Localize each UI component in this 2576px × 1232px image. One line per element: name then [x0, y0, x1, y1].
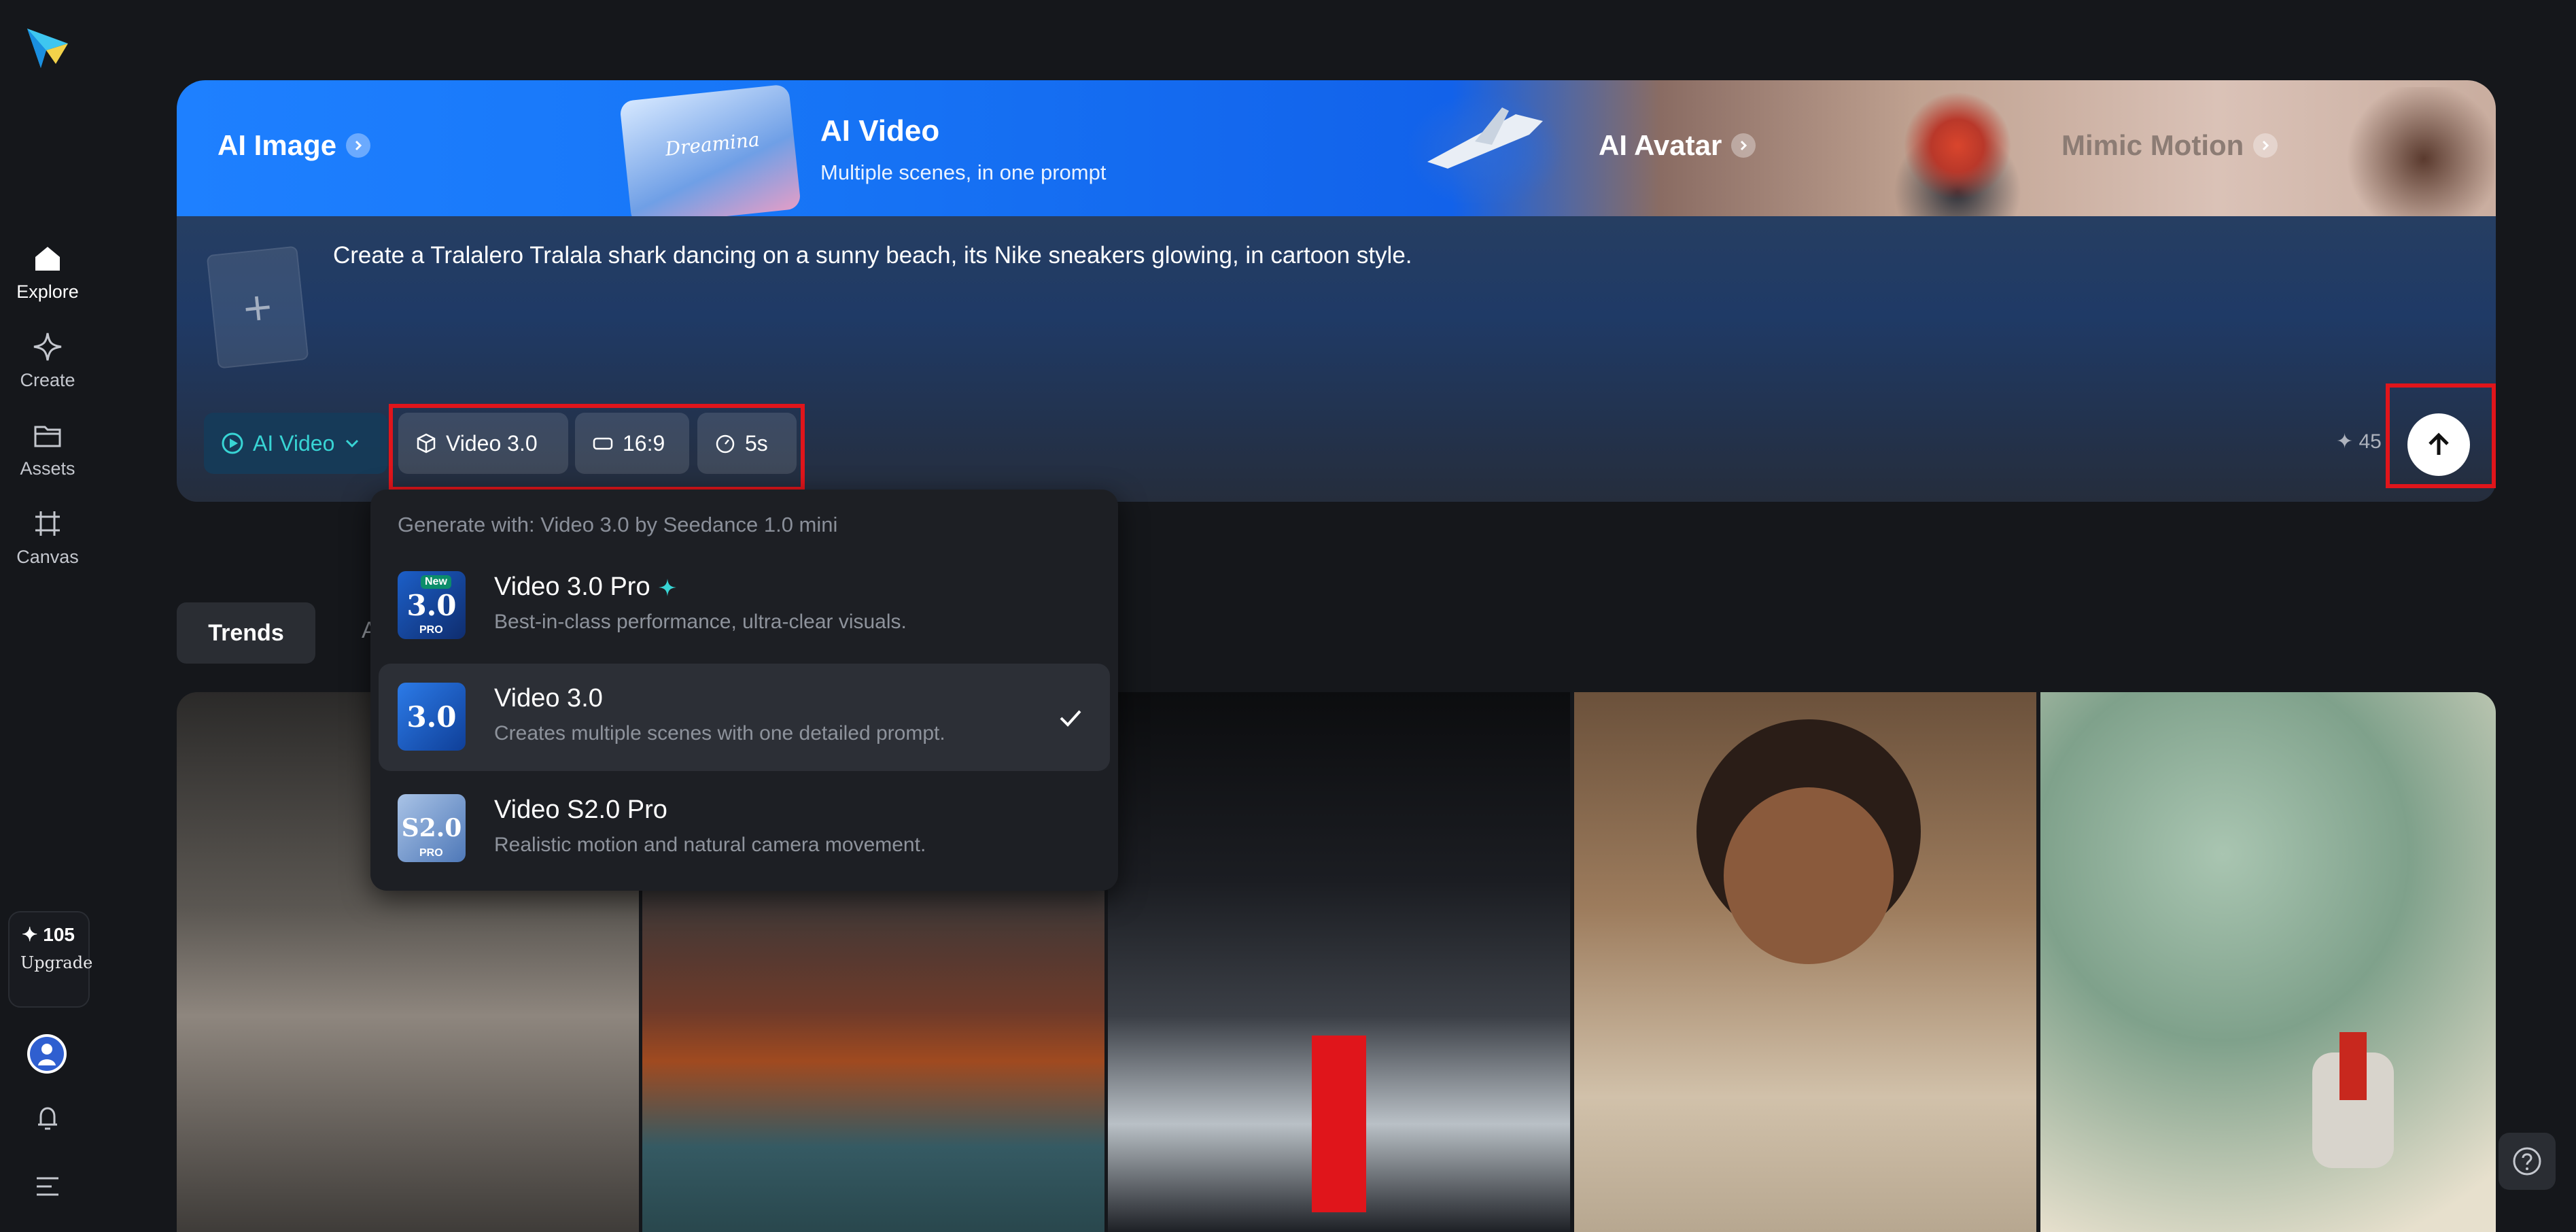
model-thumb-icon: 3.0 New PRO — [398, 571, 466, 639]
gallery-image-5[interactable] — [2040, 692, 2496, 1232]
model-option-desc: Creates multiple scenes with one detaile… — [494, 722, 945, 745]
chevron-down-icon — [346, 439, 359, 448]
chevron-right-icon — [1731, 133, 1756, 158]
new-badge: New — [421, 575, 451, 589]
model-option-desc: Best-in-class performance, ultra-clear v… — [494, 611, 907, 633]
dropdown-header: Generate with: Video 3.0 by Seedance 1.0… — [398, 513, 838, 536]
tab-trends[interactable]: Trends — [177, 602, 315, 664]
tab-ai-video-subtitle: Multiple scenes, in one prompt — [820, 160, 1107, 184]
nav-assets[interactable]: Assets — [7, 416, 88, 491]
nav-canvas-label: Canvas — [16, 547, 79, 567]
feature-banner: Dreamina AI Image AI Video Multiple scen… — [177, 80, 2496, 218]
tab-ai-avatar-label: AI Avatar — [1599, 129, 1722, 161]
model-option-title: Video 3.0 Pro — [494, 572, 678, 602]
model-option-desc: Realistic motion and natural camera move… — [494, 834, 926, 856]
mode-selector[interactable]: AI Video — [204, 413, 387, 474]
chevron-right-icon — [346, 133, 371, 158]
dreamina-thumb-text: Dreamina — [664, 128, 761, 160]
upload-reference-button[interactable]: + — [206, 245, 309, 369]
mode-label: AI Video — [253, 430, 335, 456]
gallery-image-4[interactable] — [1574, 692, 2036, 1232]
model-thumb-text: S2.0 — [401, 814, 462, 842]
model-option-title: Video 3.0 — [494, 684, 603, 713]
home-icon — [35, 247, 60, 271]
credits-count: ✦ 105 — [22, 924, 75, 945]
avatar-icon — [30, 1037, 64, 1071]
grid-crop-icon — [35, 511, 60, 536]
plane-thumbnail — [1400, 87, 1570, 203]
tab-ai-video-label: AI Video — [820, 114, 940, 148]
model-thumb-text: 3.0 — [406, 700, 457, 734]
tab-ai-image-label: AI Image — [217, 129, 337, 161]
dreamina-logo[interactable] — [23, 23, 72, 72]
model-thumb-text: 3.0 — [406, 588, 457, 622]
character-face-shape — [1724, 787, 1894, 964]
tab-ai-image[interactable]: AI Image — [217, 129, 371, 162]
bell-icon[interactable] — [31, 1101, 64, 1134]
credit-cost: ✦ 45 — [2336, 430, 2382, 453]
model-option-video-3[interactable]: 3.0 Video 3.0 Creates multiple scenes wi… — [379, 664, 1110, 771]
plane-icon — [1427, 107, 1543, 169]
rider-shape — [2339, 1032, 2367, 1100]
model-option-title: Video S2.0 Pro — [494, 795, 667, 824]
nav-assets-label: Assets — [20, 458, 75, 479]
nav-create[interactable]: Create — [7, 328, 88, 403]
red-door-shape — [1312, 1036, 1366, 1212]
model-option-video-3-pro[interactable]: 3.0 New PRO Video 3.0 Pro Best-in-class … — [379, 552, 1110, 660]
sidebar: Explore Create Assets Canvas ✦ 105 Upgra… — [0, 0, 95, 1232]
model-thumb-icon: S2.0 PRO — [398, 794, 466, 862]
gallery-image-3[interactable] — [1108, 692, 1570, 1232]
avatar-thumbnail — [1862, 87, 2053, 218]
plus-icon: + — [239, 284, 276, 331]
help-icon — [2513, 1147, 2541, 1176]
highlight-options-box — [389, 404, 805, 491]
prompt-textarea[interactable]: Create a Tralalero Tralala shark dancing… — [333, 242, 1412, 269]
highlight-send-box — [2386, 383, 2496, 488]
tab-mimic-motion-label: Mimic Motion — [2061, 129, 2244, 161]
model-thumb-icon: 3.0 — [398, 683, 466, 751]
credits-card[interactable]: ✦ 105 Upgrade — [8, 911, 92, 1008]
model-option-title-text: Video 3.0 Pro — [494, 572, 650, 601]
tab-mimic-motion[interactable]: Mimic Motion — [2061, 129, 2278, 162]
gallery-image-2[interactable] — [642, 891, 1104, 1232]
tab-ai-video[interactable]: AI Video Multiple scenes, in one prompt — [820, 114, 1106, 185]
pro-label: PRO — [419, 624, 443, 636]
mimic-thumbnail — [2318, 87, 2494, 218]
sparkle-icon — [658, 578, 676, 596]
upgrade-link[interactable]: Upgrade — [20, 953, 92, 972]
menu-icon[interactable] — [31, 1173, 64, 1200]
tab-ai-avatar[interactable]: AI Avatar — [1599, 129, 1756, 162]
folder-icon — [34, 426, 61, 447]
dreamina-thumbnail: Dreamina — [619, 84, 801, 218]
model-option-video-s2-pro[interactable]: S2.0 PRO Video S2.0 Pro Realistic motion… — [379, 775, 1110, 883]
nav-canvas[interactable]: Canvas — [7, 504, 88, 579]
pro-label: PRO — [419, 847, 443, 859]
help-button[interactable] — [2499, 1133, 2556, 1190]
check-icon — [1060, 710, 1081, 727]
chevron-right-icon — [2253, 133, 2278, 158]
nav-create-label: Create — [20, 370, 75, 390]
nav-explore[interactable]: Explore — [7, 239, 88, 314]
video-mode-icon — [222, 432, 243, 454]
nav-explore-label: Explore — [16, 281, 79, 302]
avatar[interactable] — [27, 1034, 67, 1074]
sparkle-icon — [33, 332, 62, 361]
model-dropdown: Generate with: Video 3.0 by Seedance 1.0… — [370, 490, 1118, 891]
